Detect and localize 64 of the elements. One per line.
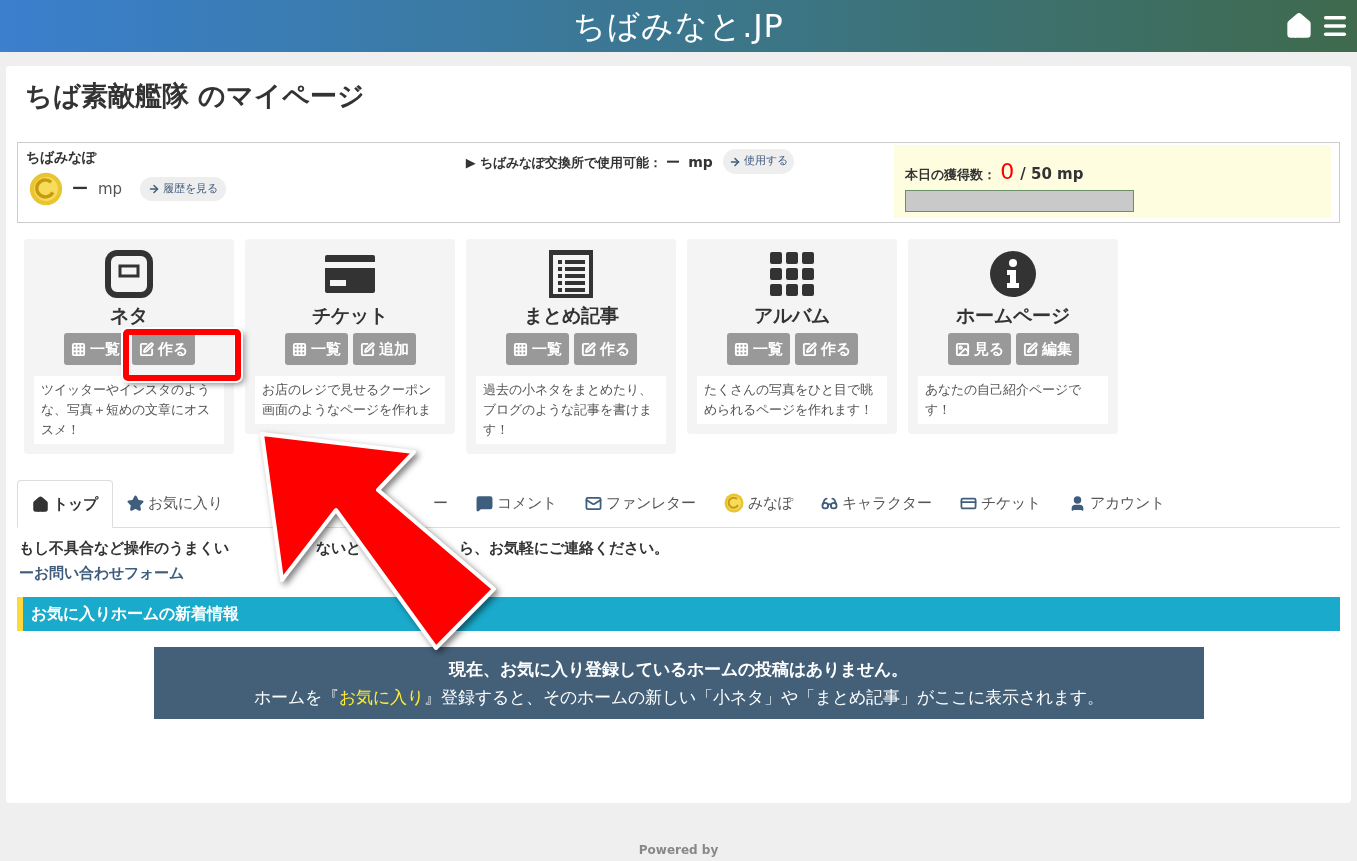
speech-bubble-icon: [476, 494, 493, 512]
section-header: お気に入りホームの新着情報: [17, 596, 1340, 631]
notice-text: ないと: [316, 539, 361, 557]
feature-title: まとめ記事: [523, 303, 619, 328]
grid-icon: [733, 341, 749, 357]
tablet-icon: [105, 250, 153, 298]
user-icon: [1069, 494, 1086, 512]
edit-icon: [801, 341, 817, 357]
history-button[interactable]: 履歴を見る: [140, 177, 227, 201]
edit-icon: [138, 341, 154, 357]
nav-tab[interactable]: ファンレター: [571, 479, 710, 527]
daily-label: 本日の獲得数：: [905, 166, 997, 184]
use-button[interactable]: 使用する: [722, 149, 794, 174]
nav-tab[interactable]: コメント: [462, 479, 571, 527]
grid-icon: [512, 341, 528, 357]
home-icon[interactable]: [1285, 12, 1313, 40]
message-text: ホームを『お気に入り』登録すると、そのホームの新しい「小ネタ」や「まとめ記事」がここに表示されます。: [252, 685, 1105, 709]
nav-tab[interactable]: お気に入り: [113, 479, 237, 527]
feature-description: 過去の小ネタをまとめたり、ブログのような記事を書けます！: [476, 376, 666, 444]
edit-icon: [580, 341, 596, 357]
points-amount: ー: [72, 178, 88, 200]
feature-title: チケット: [312, 303, 388, 328]
message-headline: 現在、お気に入り登録しているホームの投稿はありません。: [447, 657, 909, 681]
nav-tab[interactable]: ー: [419, 479, 462, 527]
nav-tab[interactable]: トップ: [17, 480, 113, 528]
footer-text: Powered by: [638, 842, 719, 859]
edit-icon: [1022, 341, 1038, 357]
nav-tab[interactable]: チケット: [946, 479, 1055, 527]
feature-description: お店のレジで見せるクーポン画面のようなページを作れま: [255, 376, 445, 424]
feature-title: ネタ: [110, 303, 148, 328]
feature-title: アルバム: [754, 303, 830, 328]
daily-earned: 0: [1000, 158, 1015, 186]
page-title: ちば素敵艦隊 のマイページ: [24, 79, 367, 113]
grid-icon: [70, 341, 86, 357]
exchange-amount: ー: [666, 153, 681, 172]
notice-text: もし不具合など操作のうまくい: [19, 539, 229, 557]
feature-description: たくさんの写真をひと目で眺められるページを作れます！: [697, 376, 887, 424]
grid-icon: [291, 341, 307, 357]
site-logo[interactable]: ちばみなと.JP: [573, 2, 784, 50]
notice-text: ら、お気軽にご連絡ください。: [459, 539, 669, 557]
points-unit: mp: [98, 178, 123, 200]
feature-description: あなたの自己紹介ページです！: [918, 376, 1108, 424]
daily-total: / 50 mp: [1020, 164, 1084, 185]
coin-icon: [724, 493, 744, 513]
points-label: ちばみなぽ: [26, 148, 98, 167]
exchange-unit: mp: [688, 153, 713, 172]
star-icon: [127, 494, 144, 512]
coin-icon: [29, 172, 63, 206]
nav-tab[interactable]: キャラクター: [807, 479, 946, 527]
arrow-icon: [728, 155, 741, 168]
grid-icon: [770, 252, 814, 296]
image-icon: [954, 341, 970, 357]
home-icon: [32, 495, 49, 513]
envelope-icon: [585, 494, 602, 512]
exchange-label: ▶ ちばみなぽ交換所で使用可能：: [465, 154, 663, 172]
arrow-icon: [148, 183, 161, 195]
info-icon: [990, 251, 1036, 297]
nav-tab[interactable]: アカウント: [1055, 479, 1179, 527]
feature-description: ツイッターやインスタのような、写真＋短めの文章にオススメ！: [34, 376, 224, 444]
edit-icon: [359, 341, 375, 357]
nav-tab[interactable]: みなぽ: [710, 479, 807, 527]
contact-link[interactable]: ーお問い合わせフォーム: [17, 562, 186, 585]
feature-title: ホームページ: [956, 303, 1070, 328]
card-icon: [325, 253, 375, 295]
